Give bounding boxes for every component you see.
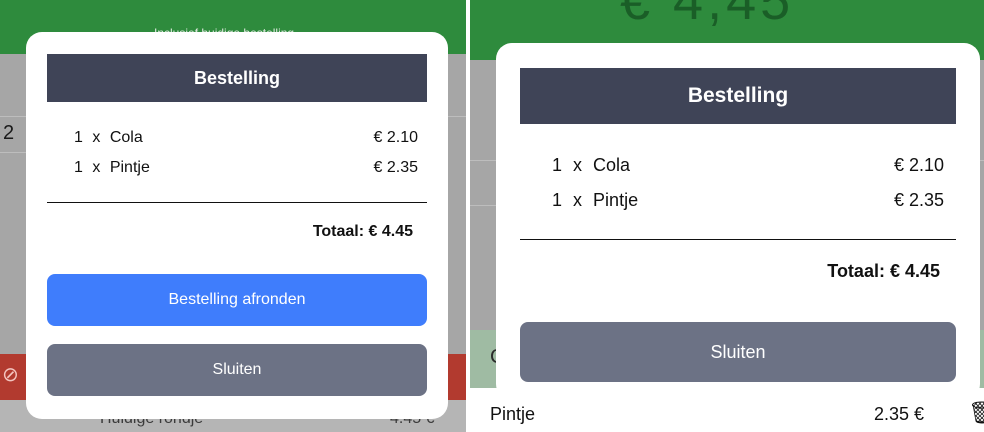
order-total: Totaal: € 4.45 xyxy=(827,261,940,281)
trash-icon[interactable]: 🗑 xyxy=(968,400,984,426)
item-name: Pintje xyxy=(593,190,639,210)
item-separator: x xyxy=(573,190,583,210)
item-price: € 2.10 xyxy=(893,155,944,175)
item-price: € 2.10 xyxy=(373,129,418,146)
list-item-price: 2.35 € xyxy=(874,404,925,424)
item-separator: x xyxy=(573,155,583,175)
header-total: € 4,45 xyxy=(620,0,795,31)
close-button[interactable]: Sluiten xyxy=(47,344,427,396)
order-item: 1 x Cola € 2.10 xyxy=(552,155,944,176)
item-quantity: 1 xyxy=(552,190,563,210)
item-separator: x xyxy=(92,159,101,176)
item-quantity: 1 xyxy=(74,129,83,146)
divider xyxy=(47,202,427,203)
order-total: Totaal: € 4.45 xyxy=(312,223,413,240)
order-item: 1 x Cola € 2.10 xyxy=(74,129,418,147)
left-screen: Inclusief huidige bestelling 2 ⊘ Huidige… xyxy=(0,0,466,432)
item-name: Cola xyxy=(593,155,631,175)
modal-title: Bestelling xyxy=(47,54,427,102)
remove-icon[interactable]: ⊘ xyxy=(2,362,19,387)
order-item: 1 x Pintje € 2.35 xyxy=(552,190,944,211)
modal-title: Bestelling xyxy=(520,68,956,124)
item-name: Cola xyxy=(109,129,143,146)
item-quantity: 1 xyxy=(74,159,83,176)
order-modal: Bestelling 1 x Cola € 2.10 1 x Pintje € … xyxy=(496,43,980,400)
item-quantity: 1 xyxy=(552,155,563,175)
right-screen: € 4,45 C ⌂ Pintje 2.35 € 🗑 Bestelling 1 … xyxy=(470,0,984,432)
item-price: € 2.35 xyxy=(373,159,418,176)
item-separator: x xyxy=(92,129,101,146)
edge-glyph: 2 xyxy=(3,122,15,144)
order-modal: Bestelling 1 x Cola € 2.10 1 x Pintje € … xyxy=(26,32,448,419)
close-button[interactable]: Sluiten xyxy=(520,322,956,382)
item-price: € 2.35 xyxy=(893,190,944,210)
divider xyxy=(520,239,956,240)
item-name: Pintje xyxy=(109,159,150,176)
list-item-name: Pintje xyxy=(490,404,536,424)
row-divider xyxy=(0,116,26,117)
order-item: 1 x Pintje € 2.35 xyxy=(74,159,418,177)
row-divider xyxy=(0,152,26,153)
finish-order-button[interactable]: Bestelling afronden xyxy=(47,274,427,326)
